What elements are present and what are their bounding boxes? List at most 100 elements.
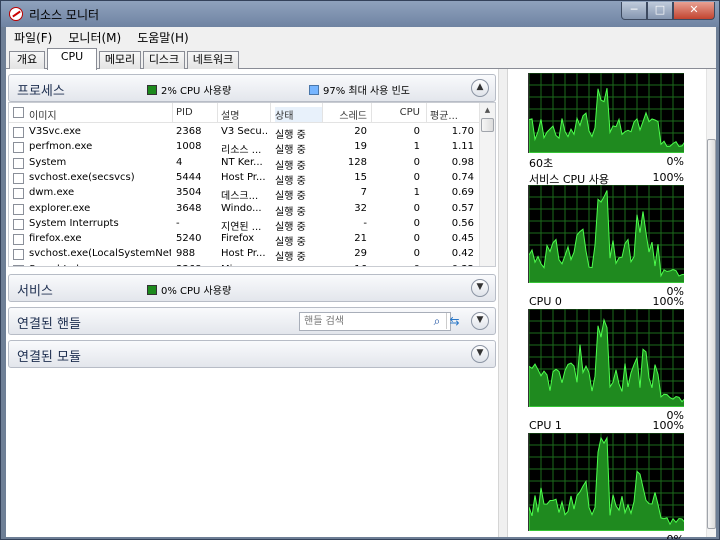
menu-file[interactable]: 파일(F): [6, 29, 60, 46]
cell-image: perfmon.exe: [29, 141, 93, 153]
minimize-button[interactable]: ─: [621, 2, 647, 20]
cell-description: 지연된 ...: [221, 221, 262, 233]
cell-pid: 3368: [176, 264, 216, 266]
col-description[interactable]: 설명: [221, 107, 239, 122]
tab-bar: 개요 CPU 메모리 디스크 네트워크: [6, 47, 716, 70]
cell-threads: 15: [354, 171, 367, 183]
row-checkbox[interactable]: [13, 172, 24, 184]
cell-status: 실행 중: [275, 221, 306, 233]
resource-monitor-icon: [9, 7, 23, 21]
cell-threads: 16: [329, 264, 367, 266]
cell-average-cpu: 1.11: [451, 141, 474, 153]
col-pid[interactable]: PID: [176, 107, 193, 118]
tab-cpu[interactable]: CPU: [47, 48, 97, 70]
menu-monitor[interactable]: 모니터(M): [60, 29, 129, 46]
close-button[interactable]: ✕: [673, 2, 715, 20]
scroll-up-icon[interactable]: ▲: [480, 103, 495, 117]
cell-cpu: 0: [413, 156, 420, 168]
expand-icon[interactable]: ▼: [471, 279, 489, 297]
cell-threads: 128: [347, 156, 367, 168]
col-threads[interactable]: 스레드: [329, 107, 367, 122]
cell-description: 리소스 ...: [221, 145, 262, 157]
row-checkbox[interactable]: [13, 218, 24, 230]
table-row[interactable]: explorer.exe 3648 Windo... 실행 중 32 0 0.57: [9, 202, 479, 218]
search-icon[interactable]: ⌕: [430, 314, 444, 328]
cpu-0-graph: [528, 185, 684, 283]
graph-pane-scrollbar[interactable]: [706, 69, 716, 537]
process-table: 이미지 PID 설명 상태 스레드 CPU 평균... V3Svc.exe 236…: [8, 102, 496, 267]
table-row[interactable]: System Interrupts - 지연된 ... 실행 중 - 0 0.56: [9, 217, 479, 233]
max-frequency-legend-icon: [309, 85, 319, 95]
table-row[interactable]: dwm.exe 3504 데스크... 실행 중 7 1 0.69: [9, 186, 479, 203]
tab-network[interactable]: 네트워크: [187, 51, 239, 69]
col-status[interactable]: 상태: [275, 107, 323, 122]
col-average-cpu[interactable]: 평균...: [430, 107, 458, 122]
cell-threads: -: [363, 217, 367, 229]
tab-overview[interactable]: 개요: [9, 51, 45, 69]
menu-help[interactable]: 도움말(H): [129, 29, 197, 46]
row-checkbox[interactable]: [13, 203, 24, 215]
scroll-thumb[interactable]: [481, 118, 494, 132]
table-row[interactable]: svchost.exe(secsvcs) 5444 Host Pr... 실행 중 15…: [9, 171, 479, 187]
row-checkbox[interactable]: [13, 157, 24, 169]
row-checkbox[interactable]: [13, 188, 24, 200]
services-section-header[interactable]: 서비스 0% CPU 사용량 ▼: [8, 274, 496, 302]
process-table-scrollbar[interactable]: ▲: [479, 103, 495, 266]
table-row[interactable]: perfmon.exe 1008 리소스 ... 실행 중 19 1 1.11: [9, 140, 479, 157]
scroll-thumb[interactable]: [707, 139, 716, 529]
col-cpu[interactable]: CPU: [375, 107, 420, 118]
process-table-header: 이미지 PID 설명 상태 스레드 CPU 평균...: [9, 103, 479, 123]
cell-status: 실행 중: [275, 252, 306, 264]
cell-status: 실행 중: [275, 175, 306, 187]
tab-disk[interactable]: 디스크: [143, 51, 185, 69]
processes-title: 프로세스: [17, 84, 65, 99]
cpu-usage-legend-icon: [147, 285, 157, 295]
modules-section-header[interactable]: 연결된 모듈 ▼: [8, 340, 496, 368]
cell-cpu: 0: [413, 171, 420, 183]
expand-icon[interactable]: ▼: [471, 345, 489, 363]
refresh-icon[interactable]: ⇆: [446, 313, 462, 329]
processes-max-frequency: 97% 최대 사용 빈도: [309, 82, 410, 97]
row-checkbox[interactable]: [13, 127, 24, 138]
cell-average-cpu: 0.98: [451, 156, 474, 168]
expand-icon[interactable]: ▼: [471, 312, 489, 330]
title-bar[interactable]: 리소스 모니터 ─ □ ✕: [1, 1, 719, 27]
table-row[interactable]: System 4 NT Ker... 실행 중 128 0 0.98: [9, 156, 479, 172]
cell-image: dwm.exe: [29, 187, 75, 199]
cell-average-cpu: 0.42: [451, 248, 474, 260]
tab-memory[interactable]: 메모리: [99, 51, 141, 69]
cpu-1-graph: [528, 309, 684, 407]
graph-title: CPU 0: [529, 295, 562, 308]
table-row[interactable]: svchost.exe(LocalSystemNetw... 988 Host Pr…: [9, 247, 479, 264]
row-checkbox[interactable]: [13, 142, 24, 154]
row-checkbox[interactable]: [13, 264, 24, 266]
row-checkbox[interactable]: [13, 234, 24, 246]
cell-average-cpu: 0.32: [430, 264, 474, 266]
row-checkbox[interactable]: [13, 249, 24, 261]
cell-status: 실행 중: [275, 160, 306, 172]
graph-timespan-label: 60초: [529, 157, 554, 170]
cell-cpu: 0: [413, 202, 420, 214]
cell-pid: -: [176, 217, 180, 229]
table-row[interactable]: firefox.exe 5240 Firefox 실행 중 21 0 0.45: [9, 232, 479, 248]
cell-image: svchost.exe(LocalSystemNetw...: [29, 248, 171, 260]
table-row[interactable]: SearchIndexer.exe 3368 Micros... 실행 중 16 0 0.3…: [9, 263, 479, 266]
cell-status: 실행 중: [275, 191, 306, 203]
graph-pane: 60초 0% 서비스 CPU 사용 100% 0% CPU 0 100% 0% CPU 1 100…: [509, 69, 716, 539]
handles-section-header[interactable]: 연결된 핸들 ⌕ ⇆ ▼: [8, 307, 496, 335]
maximize-button[interactable]: □: [647, 2, 673, 20]
handle-search-input[interactable]: [299, 312, 451, 331]
cell-status: 실행 중: [275, 206, 306, 218]
cell-image: explorer.exe: [29, 202, 91, 214]
cell-threads: 29: [354, 248, 367, 260]
graph-max-label: 100%: [652, 419, 684, 432]
select-all-checkbox[interactable]: [13, 107, 24, 118]
collapse-icon[interactable]: ▲: [471, 79, 489, 97]
cell-cpu: 1: [413, 141, 420, 153]
cpu-tab-content: 프로세스 2% CPU 사용량 97% 최대 사용 빈도 ▲ 이미지 PID 설…: [6, 69, 716, 539]
cell-cpu: 0: [413, 126, 420, 137]
table-row[interactable]: V3Svc.exe 2368 V3 Secu... 실행 중 20 0 1.70: [9, 125, 479, 141]
col-image[interactable]: 이미지: [29, 107, 57, 122]
pane-splitter[interactable]: [498, 69, 508, 537]
processes-section-header[interactable]: 프로세스 2% CPU 사용량 97% 최대 사용 빈도 ▲: [8, 74, 496, 102]
